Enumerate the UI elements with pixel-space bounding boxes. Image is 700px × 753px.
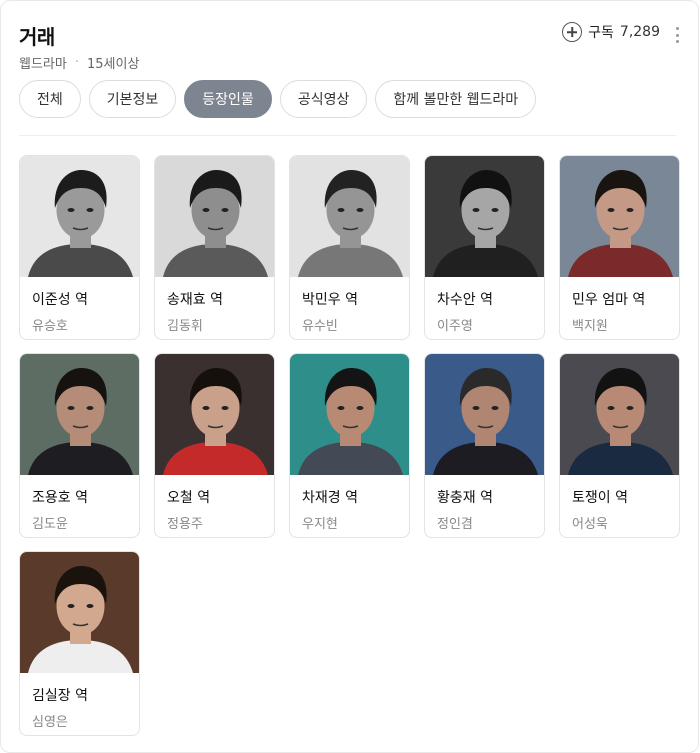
more-options-icon[interactable] — [676, 27, 680, 43]
cast-photo — [425, 354, 544, 475]
cast-actor: 유승호 — [32, 319, 68, 334]
cast-actor: 심영은 — [32, 715, 68, 730]
cast-role: 차재경 역 — [302, 490, 358, 506]
cast-text: 차재경 역우지현 — [290, 475, 409, 532]
subscribe-count: 7,289 — [619, 24, 660, 40]
cast-text: 박민우 역유수빈 — [290, 277, 409, 334]
drama-info-panel: 거래 웹드라마 · 15세이상 구독 7,289 전체 기본정보 등장인물 공식영상 함… — [0, 0, 699, 753]
cast-text: 조용호 역김도윤 — [20, 475, 139, 532]
cast-card[interactable]: 이준성 역유승호 — [19, 155, 140, 340]
cast-card[interactable]: 송재효 역김동휘 — [154, 155, 275, 340]
cast-actor: 김동휘 — [167, 319, 203, 334]
tab-2[interactable]: 등장인물 — [184, 80, 272, 118]
cast-text: 민우 엄마 역백지원 — [560, 277, 679, 334]
cast-photo — [155, 354, 274, 475]
cast-text: 황충재 역정인겸 — [425, 475, 544, 532]
cast-card[interactable]: 오철 역정용주 — [154, 353, 275, 538]
cast-role: 송재효 역 — [167, 292, 223, 308]
cast-card[interactable]: 조용호 역김도윤 — [19, 353, 140, 538]
cast-card[interactable]: 민우 엄마 역백지원 — [559, 155, 680, 340]
cast-actor: 김도윤 — [32, 517, 68, 532]
cast-grid: 이준성 역유승호 송재효 역김동휘 박민우 역유수빈 차수안 역이주영 민우 엄마 역백… — [19, 155, 680, 736]
cast-text: 김실장 역심영은 — [20, 673, 139, 730]
cast-card[interactable]: 토쟁이 역어성욱 — [559, 353, 680, 538]
cast-photo — [560, 354, 679, 475]
cast-card[interactable]: 차재경 역우지현 — [289, 353, 410, 538]
cast-actor: 우지현 — [302, 517, 338, 532]
subscribe-label: 구독 — [588, 25, 614, 41]
cast-role: 차수안 역 — [437, 292, 493, 308]
cast-photo — [155, 156, 274, 277]
cast-actor: 정인겸 — [437, 517, 473, 532]
cast-text: 오철 역정용주 — [155, 475, 274, 532]
cast-role: 이준성 역 — [32, 292, 88, 308]
cast-card[interactable]: 차수안 역이주영 — [424, 155, 545, 340]
drama-meta: 웹드라마 · 15세이상 — [19, 53, 139, 72]
cast-actor: 백지원 — [572, 319, 608, 334]
cast-role: 토쟁이 역 — [572, 490, 628, 506]
cast-card[interactable]: 황충재 역정인겸 — [424, 353, 545, 538]
cast-actor: 정용주 — [167, 517, 203, 532]
cast-photo — [20, 156, 139, 277]
cast-photo — [425, 156, 544, 277]
cast-photo — [20, 354, 139, 475]
cast-photo — [290, 354, 409, 475]
tab-bar: 전체 기본정보 등장인물 공식영상 함께 볼만한 웹드라마 — [19, 80, 537, 118]
plus-circle-icon — [562, 22, 583, 42]
tab-1[interactable]: 기본정보 — [88, 80, 177, 118]
cast-photo — [560, 156, 679, 277]
drama-title[interactable]: 거래 — [19, 21, 55, 50]
drama-rating: 15세이상 — [86, 57, 140, 72]
cast-card[interactable]: 박민우 역유수빈 — [289, 155, 410, 340]
cast-text: 송재효 역김동휘 — [155, 277, 274, 334]
cast-photo — [20, 552, 139, 673]
cast-card[interactable]: 김실장 역심영은 — [19, 551, 140, 736]
cast-photo — [290, 156, 409, 277]
tab-0[interactable]: 전체 — [19, 80, 81, 118]
cast-actor: 어성욱 — [572, 517, 608, 532]
cast-text: 토쟁이 역어성욱 — [560, 475, 679, 532]
cast-role: 조용호 역 — [32, 490, 88, 506]
subscribe-button[interactable]: 구독 7,289 — [562, 22, 660, 42]
cast-role: 민우 엄마 역 — [572, 292, 646, 308]
drama-genre: 웹드라마 — [19, 57, 67, 72]
tab-4[interactable]: 함께 볼만한 웹드라마 — [375, 80, 537, 118]
cast-actor: 이주영 — [437, 319, 473, 334]
cast-text: 차수안 역이주영 — [425, 277, 544, 334]
cast-actor: 유수빈 — [302, 319, 338, 334]
divider — [19, 135, 676, 136]
cast-role: 박민우 역 — [302, 292, 358, 308]
cast-role: 김실장 역 — [32, 688, 88, 704]
meta-separator: · — [74, 55, 79, 70]
tab-3[interactable]: 공식영상 — [279, 80, 368, 118]
cast-role: 황충재 역 — [437, 490, 493, 506]
cast-role: 오철 역 — [167, 490, 211, 506]
cast-text: 이준성 역유승호 — [20, 277, 139, 334]
